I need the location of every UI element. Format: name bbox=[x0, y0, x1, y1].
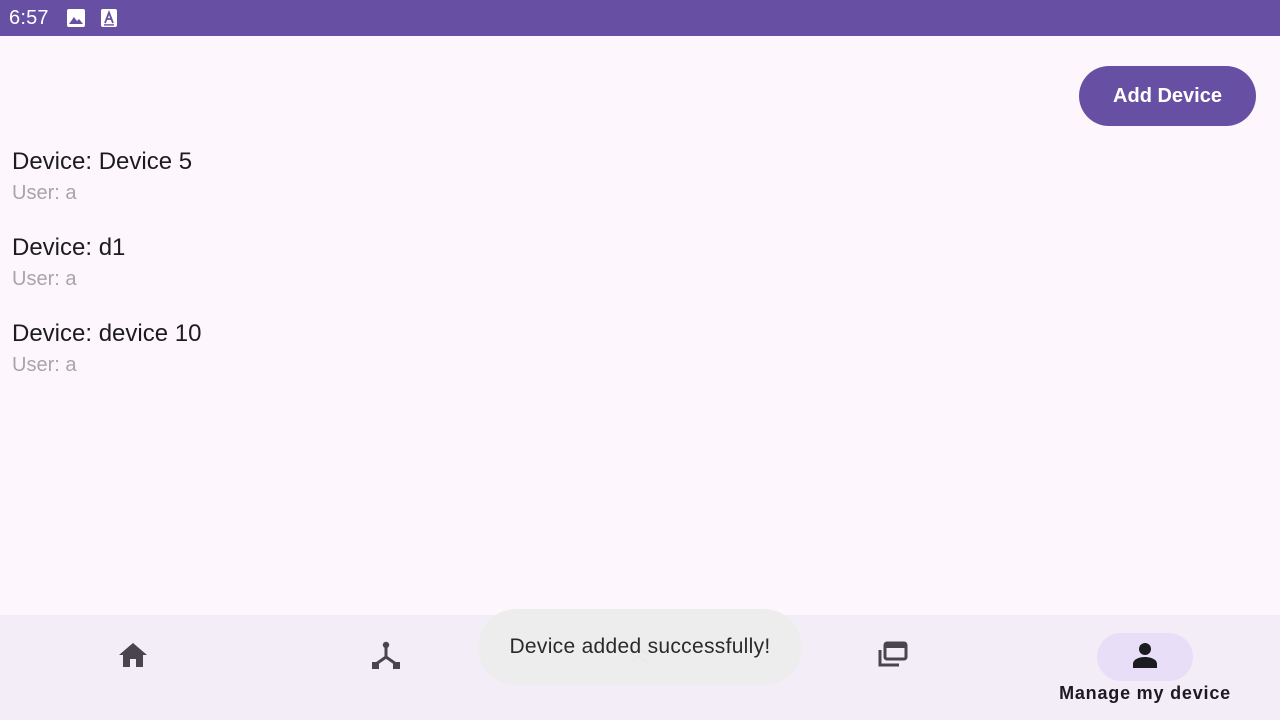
device-name: Device: device 10 bbox=[12, 320, 202, 347]
device-name: Device: d1 bbox=[12, 234, 126, 261]
nav-item-hub[interactable] bbox=[306, 615, 466, 720]
device-user: User: a bbox=[12, 354, 77, 376]
status-time: 6:57 bbox=[9, 6, 49, 29]
active-indicator bbox=[1097, 633, 1193, 681]
toast-text: Device added successfully! bbox=[509, 635, 771, 658]
nav-label-manage-device: Manage my device bbox=[1059, 683, 1231, 703]
device-user: User: a bbox=[12, 268, 77, 290]
nav-item-manage-device[interactable]: Manage my device bbox=[1059, 615, 1230, 720]
hub-icon bbox=[371, 640, 401, 675]
device-list: Device: Device 5 User: a Device: d1 User… bbox=[12, 146, 812, 404]
gallery-icon bbox=[876, 641, 908, 674]
device-name: Device: Device 5 bbox=[12, 148, 193, 175]
list-item[interactable]: Device: d1 User: a bbox=[12, 232, 812, 318]
text-a-icon bbox=[100, 9, 118, 27]
nav-item-gallery[interactable] bbox=[812, 615, 972, 720]
image-icon bbox=[66, 9, 85, 27]
toast-message: Device added successfully! bbox=[478, 609, 802, 685]
person-icon bbox=[1131, 641, 1159, 674]
list-item[interactable]: Device: Device 5 User: a bbox=[12, 146, 812, 232]
nav-item-home[interactable] bbox=[53, 615, 213, 720]
list-item[interactable]: Device: device 10 User: a bbox=[12, 318, 812, 404]
status-bar: 6:57 bbox=[0, 0, 1280, 36]
home-icon bbox=[118, 641, 148, 674]
device-user: User: a bbox=[12, 182, 77, 204]
add-device-button[interactable]: Add Device bbox=[1079, 66, 1256, 126]
